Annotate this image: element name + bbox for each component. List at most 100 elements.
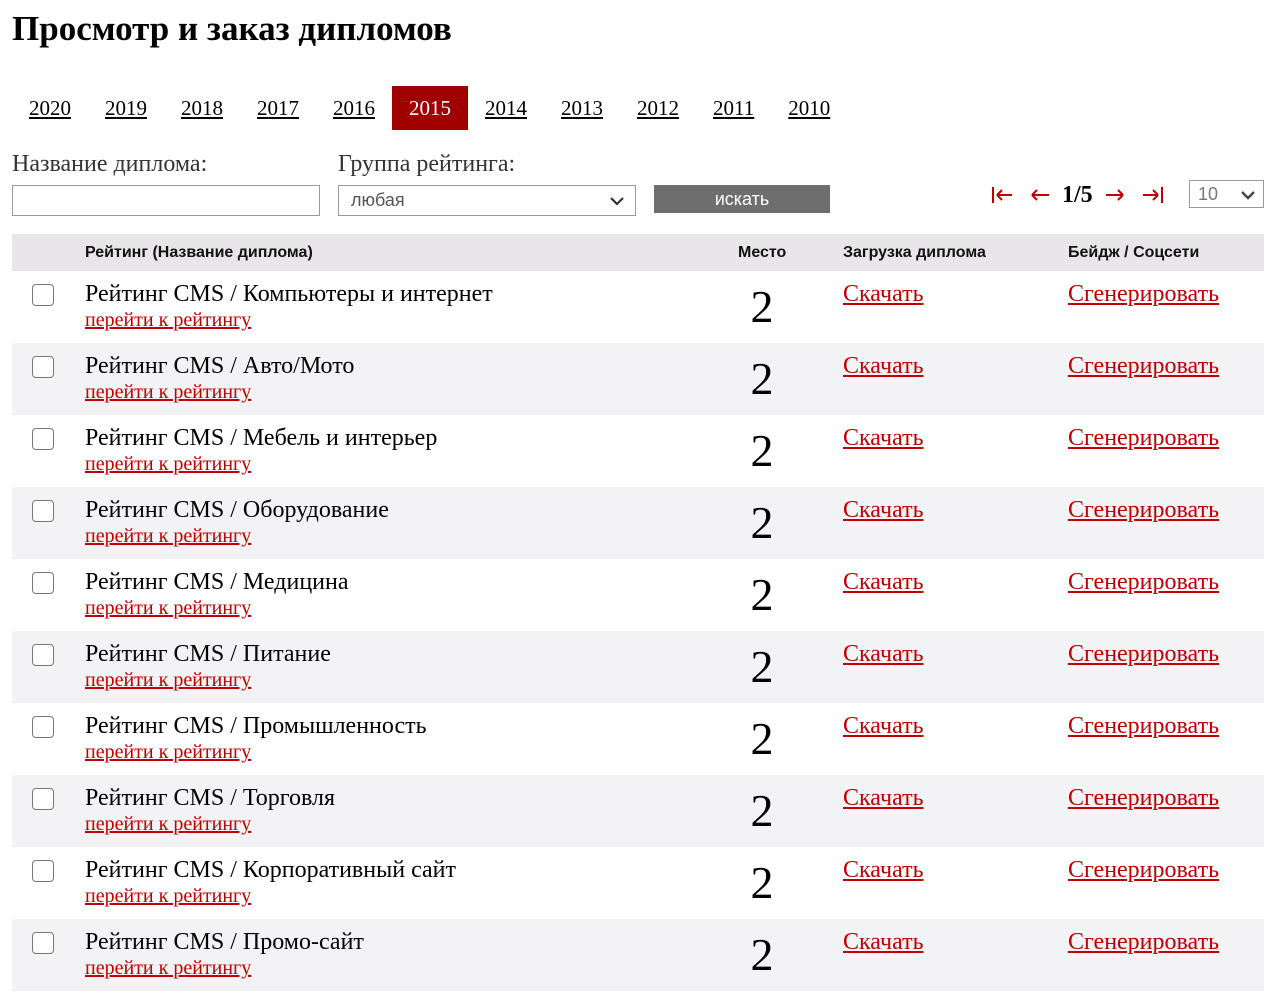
- row-checkbox[interactable]: [32, 716, 54, 738]
- rating-title: Рейтинг CMS / Авто/Мото: [85, 353, 355, 379]
- rating-title: Рейтинг CMS / Торговля: [85, 785, 336, 811]
- rating-title: Рейтинг CMS / Мебель и интерьер: [85, 425, 438, 451]
- rating-title: Рейтинг CMS / Корпоративный сайт: [85, 857, 457, 883]
- go-to-rating-link[interactable]: перейти к рейтингу: [85, 381, 251, 403]
- go-to-rating-link[interactable]: перейти к рейтингу: [85, 597, 251, 619]
- generate-badge-link[interactable]: Сгенерировать: [1068, 424, 1219, 452]
- generate-badge-link[interactable]: Сгенерировать: [1068, 712, 1219, 740]
- download-link[interactable]: Скачать: [843, 424, 924, 452]
- rating-title: Рейтинг CMS / Медицина: [85, 569, 349, 595]
- row-checkbox[interactable]: [32, 356, 54, 378]
- search-button[interactable]: искать: [654, 185, 830, 213]
- header-rating: Рейтинг (Название диплома): [85, 244, 313, 261]
- table-row: Рейтинг CMS / Медицина перейти к рейтингу…: [12, 559, 1264, 631]
- per-page-select[interactable]: 10: [1189, 180, 1264, 208]
- go-to-rating-link[interactable]: перейти к рейтингу: [85, 813, 251, 835]
- year-tab-2010[interactable]: 2010: [771, 86, 847, 130]
- rating-title: Рейтинг CMS / Оборудование: [85, 497, 389, 523]
- table-header: Рейтинг (Название диплома) Место Загрузк…: [12, 234, 1264, 271]
- next-page-icon: [1105, 189, 1124, 201]
- year-tab-2014[interactable]: 2014: [468, 86, 544, 130]
- download-link[interactable]: Скачать: [843, 928, 924, 956]
- row-checkbox[interactable]: [32, 284, 54, 306]
- generate-badge-link[interactable]: Сгенерировать: [1068, 928, 1219, 956]
- place-value: 2: [750, 713, 774, 764]
- download-link[interactable]: Скачать: [843, 712, 924, 740]
- table-row: Рейтинг CMS / Промышленность перейти к ре…: [12, 703, 1264, 775]
- table-row: Рейтинг CMS / Торговля перейти к рейтингу…: [12, 775, 1264, 847]
- year-tab-2020[interactable]: 2020: [12, 86, 88, 130]
- diplomas-table: Рейтинг (Название диплома) Место Загрузк…: [12, 234, 1264, 991]
- download-link[interactable]: Скачать: [843, 568, 924, 596]
- go-to-rating-link[interactable]: перейти к рейтингу: [85, 669, 251, 691]
- prev-page-button[interactable]: [1026, 183, 1054, 207]
- row-checkbox[interactable]: [32, 428, 54, 450]
- year-tab-2011[interactable]: 2011: [696, 86, 771, 130]
- generate-badge-link[interactable]: Сгенерировать: [1068, 352, 1219, 380]
- generate-badge-link[interactable]: Сгенерировать: [1068, 280, 1219, 308]
- page-title: Просмотр и заказ дипломов: [12, 9, 452, 48]
- row-checkbox[interactable]: [32, 572, 54, 594]
- place-value: 2: [750, 857, 774, 908]
- row-checkbox[interactable]: [32, 500, 54, 522]
- go-to-rating-link[interactable]: перейти к рейтингу: [85, 957, 251, 979]
- generate-badge-link[interactable]: Сгенерировать: [1068, 856, 1219, 884]
- rating-group-value: любая: [351, 190, 405, 210]
- year-tab-2019[interactable]: 2019: [88, 86, 164, 130]
- page-counter: 1/5: [1062, 181, 1093, 208]
- prev-page-icon: [1031, 189, 1049, 201]
- download-link[interactable]: Скачать: [843, 352, 924, 380]
- row-checkbox[interactable]: [32, 932, 54, 954]
- go-to-rating-link[interactable]: перейти к рейтингу: [85, 525, 251, 547]
- place-value: 2: [750, 353, 774, 404]
- generate-badge-link[interactable]: Сгенерировать: [1068, 640, 1219, 668]
- generate-badge-link[interactable]: Сгенерировать: [1068, 784, 1219, 812]
- download-link[interactable]: Скачать: [843, 496, 924, 524]
- pagination: 1/5: [988, 179, 1167, 211]
- row-checkbox[interactable]: [32, 788, 54, 810]
- chevron-down-icon: [1241, 191, 1255, 200]
- go-to-rating-link[interactable]: перейти к рейтингу: [85, 453, 251, 475]
- year-tab-2016[interactable]: 2016: [316, 86, 392, 130]
- year-tab-2013[interactable]: 2013: [544, 86, 620, 130]
- generate-badge-link[interactable]: Сгенерировать: [1068, 568, 1219, 596]
- place-value: 2: [750, 785, 774, 836]
- group-label: Группа рейтинга:: [338, 151, 516, 177]
- download-link[interactable]: Скачать: [843, 784, 924, 812]
- table-row: Рейтинг CMS / Мебель и интерьер перейти к…: [12, 415, 1264, 487]
- place-value: 2: [750, 425, 774, 476]
- rating-group-select[interactable]: любая: [338, 185, 636, 216]
- chevron-down-icon: [610, 197, 624, 206]
- diploma-name-input[interactable]: [12, 185, 320, 216]
- header-download: Загрузка диплома: [843, 244, 986, 261]
- table-row: Рейтинг CMS / Корпоративный сайт перейти …: [12, 847, 1264, 919]
- place-value: 2: [750, 569, 774, 620]
- go-to-rating-link[interactable]: перейти к рейтингу: [85, 741, 251, 763]
- row-checkbox[interactable]: [32, 860, 54, 882]
- year-tab-2015[interactable]: 2015: [392, 86, 468, 130]
- year-tab-2018[interactable]: 2018: [164, 86, 240, 130]
- per-page-value: 10: [1198, 183, 1219, 204]
- rating-title: Рейтинг CMS / Компьютеры и интернет: [85, 281, 493, 307]
- place-value: 2: [750, 497, 774, 548]
- year-tab-2017[interactable]: 2017: [240, 86, 316, 130]
- table-row: Рейтинг CMS / Промо-сайт перейти к рейтин…: [12, 919, 1264, 991]
- download-link[interactable]: Скачать: [843, 856, 924, 884]
- header-place: Место: [738, 244, 787, 261]
- table-row: Рейтинг CMS / Компьютеры и интернет перей…: [12, 271, 1264, 343]
- row-checkbox[interactable]: [32, 644, 54, 666]
- last-page-icon: [1142, 187, 1163, 203]
- next-page-button[interactable]: [1101, 183, 1129, 207]
- download-link[interactable]: Скачать: [843, 640, 924, 668]
- first-page-button[interactable]: [988, 183, 1016, 207]
- header-badge: Бейдж / Соцсети: [1068, 244, 1200, 261]
- first-page-icon: [992, 187, 1012, 203]
- name-label: Название диплома:: [12, 151, 208, 177]
- go-to-rating-link[interactable]: перейти к рейтингу: [85, 309, 251, 331]
- generate-badge-link[interactable]: Сгенерировать: [1068, 496, 1219, 524]
- year-tab-2012[interactable]: 2012: [620, 86, 696, 130]
- table-row: Рейтинг CMS / Питание перейти к рейтингу 2…: [12, 631, 1264, 703]
- go-to-rating-link[interactable]: перейти к рейтингу: [85, 885, 251, 907]
- last-page-button[interactable]: [1139, 183, 1167, 207]
- download-link[interactable]: Скачать: [843, 280, 924, 308]
